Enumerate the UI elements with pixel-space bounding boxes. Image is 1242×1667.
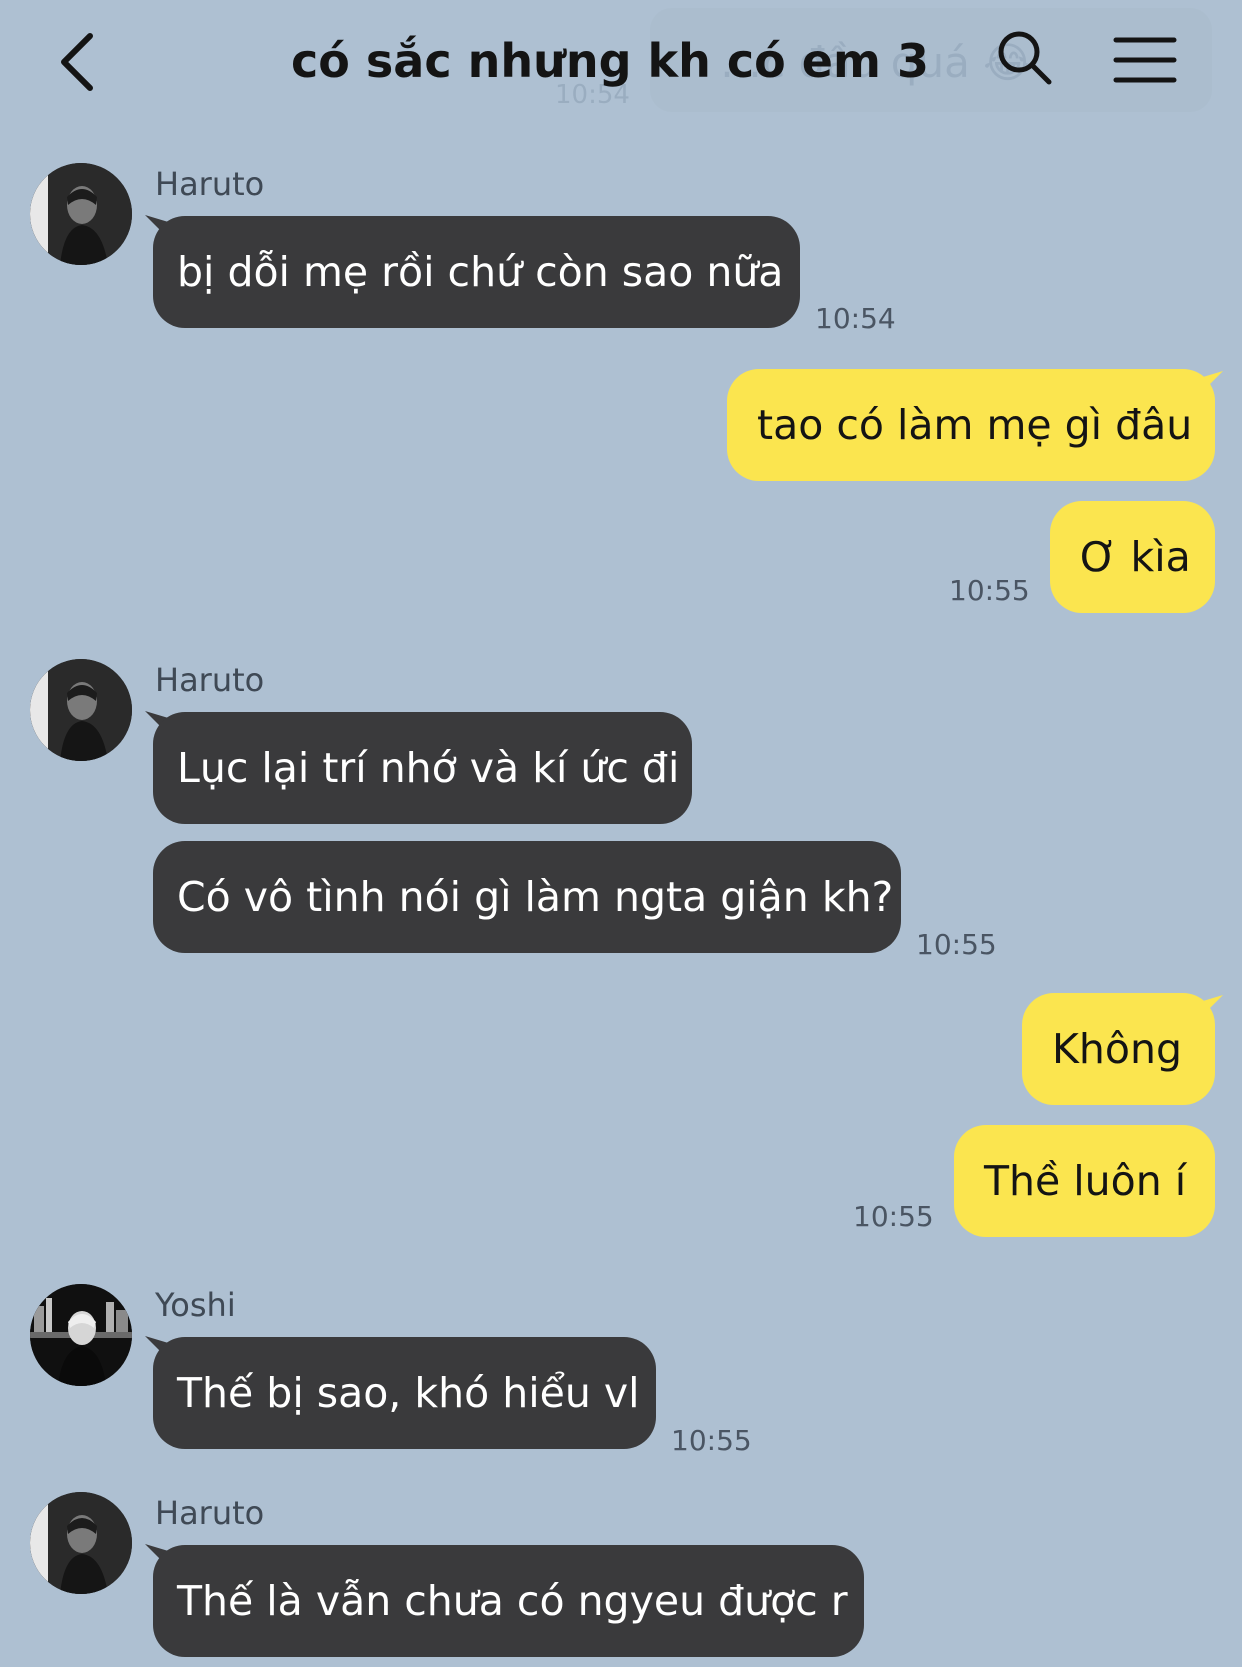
profile-photo-haruto [30, 1492, 132, 1594]
search-icon [998, 31, 1052, 85]
sender-name: Haruto [155, 165, 265, 203]
message-time: 10:54 [815, 302, 896, 335]
message-time: 10:55 [671, 1424, 752, 1457]
profile-photo-haruto [30, 659, 132, 761]
message-time: 10:55 [949, 574, 1030, 607]
avatar-haruto[interactable] [30, 163, 132, 265]
message-bubble-incoming[interactable]: Có vô tình nói gì làm ngta giận kh? [153, 841, 901, 953]
message-bubble-incoming[interactable]: Lục lại trí nhớ và kí ức đi [153, 712, 692, 824]
message-bubble-incoming[interactable]: Thế là vẫn chưa có ngyeu được r [153, 1545, 864, 1657]
message-time: 10:55 [916, 928, 997, 961]
chat-header: …c đầu quá 😂 10:54 có sắc nhưng kh có em… [0, 0, 1242, 130]
back-button[interactable] [52, 30, 112, 94]
message-bubble-outgoing[interactable]: Thề luôn í [954, 1125, 1215, 1237]
menu-button[interactable] [1112, 32, 1178, 88]
search-button[interactable] [995, 28, 1055, 88]
profile-photo-yoshi [30, 1284, 132, 1386]
message-bubble-outgoing[interactable]: Ơ kìa [1050, 501, 1215, 613]
message-bubble-incoming[interactable]: Thế bị sao, khó hiểu vl [153, 1337, 656, 1449]
profile-photo-haruto [30, 163, 132, 265]
avatar-haruto[interactable] [30, 659, 132, 761]
message-time: 10:55 [853, 1200, 934, 1233]
message-bubble-outgoing[interactable]: tao có làm mẹ gì đâu [727, 369, 1215, 481]
message-bubble-outgoing[interactable]: Không [1022, 993, 1215, 1105]
chevron-left-icon [61, 33, 93, 91]
chat-title: có sắc nhưng kh có em 3 [291, 34, 929, 88]
avatar-haruto[interactable] [30, 1492, 132, 1594]
hamburger-menu-icon [1113, 37, 1177, 83]
sender-name: Haruto [155, 1494, 265, 1532]
avatar-yoshi[interactable] [30, 1284, 132, 1386]
message-bubble-incoming[interactable]: bị dỗi mẹ rồi chứ còn sao nữa [153, 216, 800, 328]
sender-name: Yoshi [155, 1286, 236, 1324]
sender-name: Haruto [155, 661, 265, 699]
